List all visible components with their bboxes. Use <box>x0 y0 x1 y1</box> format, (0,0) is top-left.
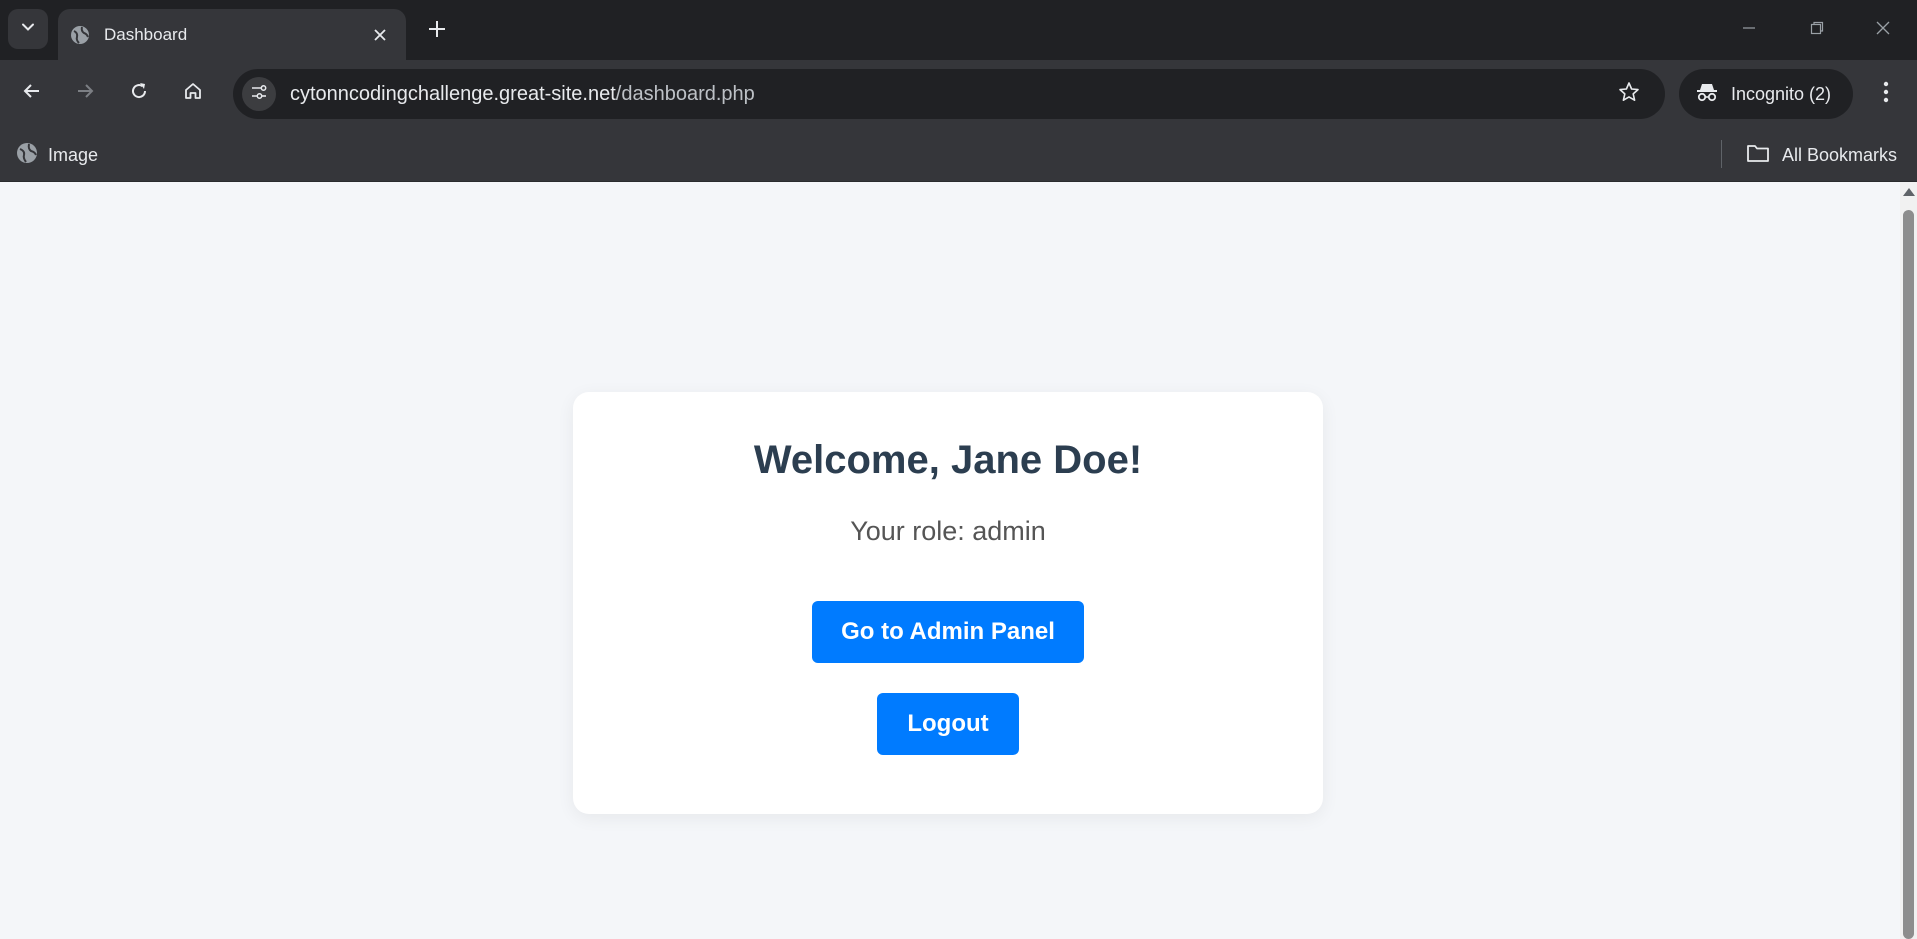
tab-search-button[interactable] <box>8 9 48 49</box>
page-viewport: Welcome, Jane Doe! Your role: admin Go t… <box>0 182 1900 939</box>
arrow-right-icon <box>75 81 95 106</box>
all-bookmarks-button[interactable]: All Bookmarks <box>1746 140 1897 170</box>
tab-dashboard[interactable]: Dashboard <box>58 9 406 60</box>
bookmarks-divider <box>1721 140 1722 168</box>
bookmark-item-image[interactable]: Image <box>16 140 98 170</box>
more-vertical-icon <box>1883 81 1889 108</box>
page-scrollbar[interactable] <box>1900 182 1917 939</box>
globe-icon <box>70 25 90 45</box>
back-button[interactable] <box>10 71 54 115</box>
tune-icon <box>250 83 268 106</box>
bookmark-label: Image <box>48 144 99 165</box>
close-icon <box>1875 20 1891 41</box>
site-info-button[interactable] <box>242 77 276 111</box>
role-text: Your role: admin <box>850 516 1046 546</box>
url-text[interactable]: cytonncodingchallenge.great-site.net/das… <box>290 83 1609 106</box>
bookmark-star-button[interactable] <box>1609 74 1649 114</box>
minimize-icon <box>1741 20 1757 41</box>
all-bookmarks-label: All Bookmarks <box>1782 144 1898 165</box>
logout-button[interactable]: Logout <box>877 693 1019 755</box>
arrow-left-icon <box>22 81 42 106</box>
tab-title: Dashboard <box>104 24 188 44</box>
admin-panel-button[interactable]: Go to Admin Panel <box>812 601 1084 663</box>
close-tab-icon[interactable] <box>368 23 392 47</box>
url-host: cytonncodingchallenge.great-site.net <box>290 82 616 105</box>
reload-icon <box>129 81 149 106</box>
bookmarks-bar: Image All Bookmarks <box>0 128 1917 182</box>
new-tab-button[interactable] <box>420 14 454 48</box>
address-bar[interactable]: cytonncodingchallenge.great-site.net/das… <box>233 69 1665 119</box>
reload-button[interactable] <box>117 71 161 115</box>
globe-icon <box>16 142 38 169</box>
scroll-up-arrow-icon[interactable] <box>1903 188 1915 196</box>
restore-button[interactable] <box>1783 0 1851 60</box>
home-icon <box>183 81 203 106</box>
incognito-profile-button[interactable]: Incognito (2) <box>1679 69 1853 119</box>
browser-menu-button[interactable] <box>1866 72 1906 116</box>
incognito-label: Incognito (2) <box>1731 83 1832 104</box>
restore-icon <box>1809 20 1825 41</box>
incognito-icon <box>1695 81 1719 108</box>
minimize-button[interactable] <box>1715 0 1783 60</box>
tab-strip: Dashboard <box>0 0 1917 60</box>
scroll-thumb[interactable] <box>1903 210 1914 939</box>
page-title: Welcome, Jane Doe! <box>753 438 1143 482</box>
star-icon <box>1618 81 1640 108</box>
close-window-button[interactable] <box>1849 0 1917 60</box>
url-path: /dashboard.php <box>615 82 755 105</box>
folder-icon <box>1746 143 1770 168</box>
plus-icon <box>428 20 446 43</box>
dashboard-card: Welcome, Jane Doe! Your role: admin Go t… <box>573 392 1323 814</box>
home-button[interactable] <box>171 71 215 115</box>
chevron-down-icon <box>21 20 35 39</box>
browser-toolbar: cytonncodingchallenge.great-site.net/das… <box>0 60 1917 128</box>
forward-button[interactable] <box>63 71 107 115</box>
